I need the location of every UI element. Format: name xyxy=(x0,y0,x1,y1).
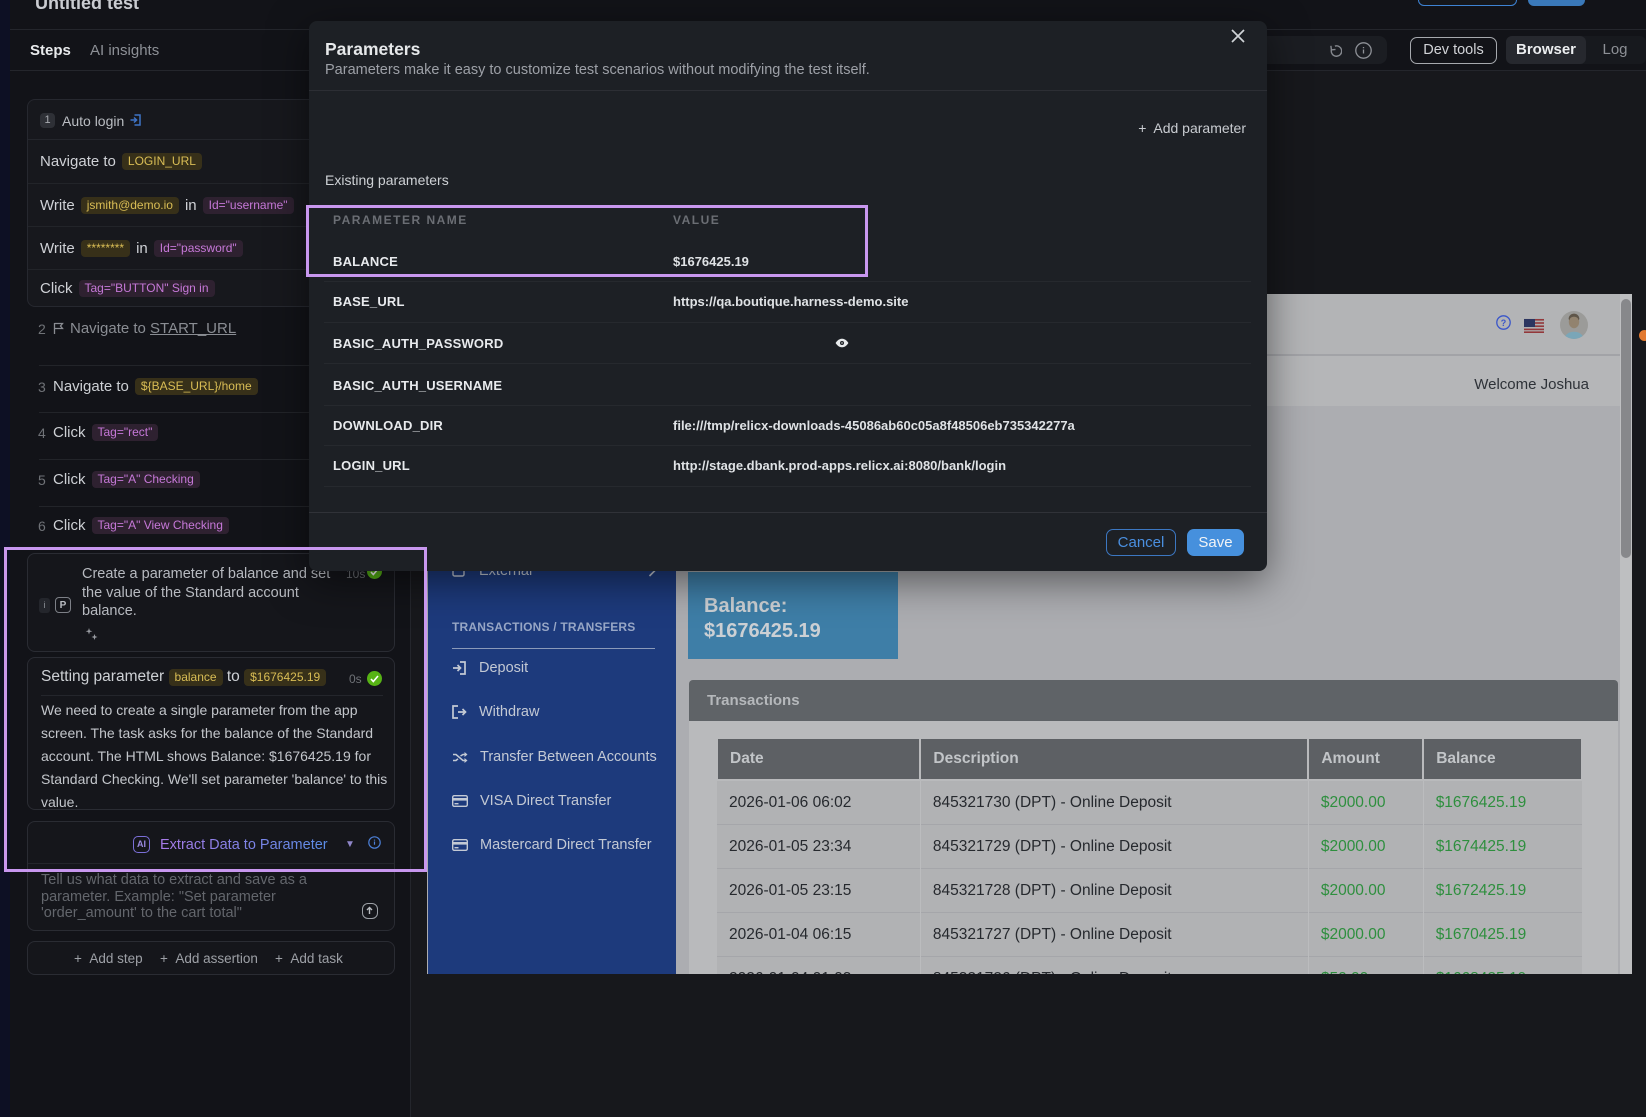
svg-text:?: ? xyxy=(1501,318,1507,328)
